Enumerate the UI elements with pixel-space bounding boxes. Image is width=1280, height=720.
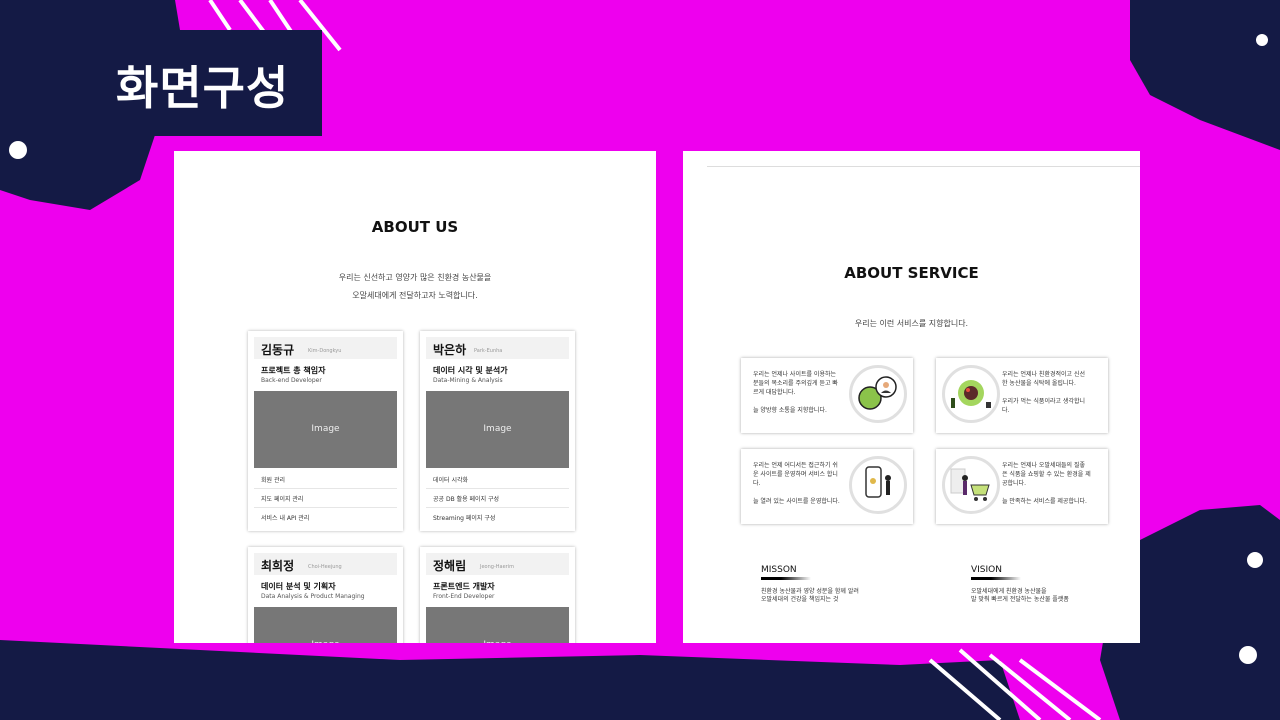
member-card-choi[interactable]: 최희정 Choi-Heejung 데이터 분석 및 기획자 Data Analy… xyxy=(248,547,403,643)
member-name-en: Kim-Dongkyu xyxy=(308,348,342,354)
service-card-accessibility: 우리는 언제 어디서든 접근하기 쉬 운 사이트를 운영하며 서비스 합니 다.… xyxy=(741,449,913,524)
about-us-description-line-2: 오말세대에게 전달하고자 노력합니다. xyxy=(352,291,478,300)
member-name: 김동규 xyxy=(261,343,295,357)
member-card-kim[interactable]: 김동규 Kim-Dongkyu 프로젝트 총 책임자 Back-end Deve… xyxy=(248,331,403,531)
member-name: 박은하 xyxy=(433,343,467,357)
about-service-panel: ABOUT SERVICE 우리는 이런 서비스를 지향합니다. 우리는 언제나… xyxy=(683,151,1140,643)
member-role-en: Back-end Developer xyxy=(261,377,322,384)
member-image-placeholder: Image xyxy=(254,607,397,643)
member-card-header: 최희정 Choi-Heejung xyxy=(254,553,397,575)
service-card-fresh-produce: 우리는 언제나 친환경적이고 신선 한 농산물을 식탁에 올립니다. 우리가 먹… xyxy=(936,358,1108,433)
service-card-text: 우리는 언제나 친환경적이고 신선 한 농산물을 식탁에 올립니다. 우리가 먹… xyxy=(1002,371,1086,414)
member-name: 정해림 xyxy=(433,559,467,573)
service-card-text: 우리는 언제나 사이트를 이용하는 분들의 목소리를 주의깊게 듣고 빠 르게 … xyxy=(753,371,838,414)
service-card-text: 우리는 언제 어디서든 접근하기 쉬 운 사이트를 운영하며 서비스 합니 다.… xyxy=(753,462,840,505)
member-role: 프론트엔드 개발자 xyxy=(433,582,495,591)
mission-underline xyxy=(761,577,811,580)
vision-text: 오말세대에게 친환경 농산물을 발 맞춰 빠르게 전달하는 농산물 플랫폼 xyxy=(971,588,1069,603)
member-card-header: 김동규 Kim-Dongkyu xyxy=(254,337,397,359)
slide-title: 화면구성 xyxy=(116,61,290,115)
member-image-placeholder: Image xyxy=(254,391,397,468)
chat-bubbles-icon xyxy=(849,365,907,423)
top-divider xyxy=(707,166,1140,167)
member-task-link[interactable]: 지도 페이지 관리 xyxy=(261,494,303,503)
member-role: 프로젝트 총 책임자 xyxy=(261,366,326,375)
about-service-description: 우리는 이런 서비스를 지향합니다. xyxy=(854,319,969,328)
shopping-cart-icon xyxy=(942,456,1000,514)
member-card-header: 정해림 Jeong-Haerim xyxy=(426,553,569,575)
member-task-link[interactable]: Streaming 페이지 구성 xyxy=(433,513,495,522)
member-task-link[interactable]: 서비스 내 API 관리 xyxy=(261,513,309,522)
about-us-description-line-1: 우리는 신선하고 영양가 많은 친환경 농산물을 xyxy=(338,273,492,282)
member-task-link[interactable]: 공공 DB 활용 페이지 구성 xyxy=(433,494,499,503)
about-service-title: ABOUT SERVICE xyxy=(844,264,979,282)
mobile-phone-icon xyxy=(849,456,907,514)
vision-title: VISION xyxy=(971,565,1002,575)
member-card-header: 박은하 Park-Eunha xyxy=(426,337,569,359)
divider xyxy=(426,488,569,489)
member-card-jeong[interactable]: 정해림 Jeong-Haerim 프론트엔드 개발자 Front-End Dev… xyxy=(420,547,575,643)
mission-text: 친환경 농산물과 영양 성분을 함께 알려 오말세대의 건강을 책임지는 것 xyxy=(761,588,859,603)
member-role-en: Front-End Developer xyxy=(433,593,495,600)
member-image-placeholder: Image xyxy=(426,607,569,643)
member-role: 데이터 시각 및 분석가 xyxy=(433,366,508,375)
member-name-en: Park-Eunha xyxy=(474,348,503,354)
member-task-link[interactable]: 회원 관리 xyxy=(261,475,285,484)
slide: { "slide": { "title": "화면구성" }, "about_u… xyxy=(0,0,1280,720)
salad-bowl-icon xyxy=(942,365,1000,423)
member-role-en: Data Analysis & Product Managing xyxy=(261,593,365,600)
member-role: 데이터 분석 및 기획자 xyxy=(261,582,336,591)
vision-underline xyxy=(971,577,1021,580)
member-name-en: Choi-Heejung xyxy=(308,564,342,570)
mission-title: MISSON xyxy=(761,565,797,575)
divider xyxy=(426,507,569,508)
service-card-text: 우리는 언제나 오말세대들의 질좋 은 식품을 쇼핑할 수 있는 환경을 제 공… xyxy=(1002,462,1091,505)
member-task-link[interactable]: 데이터 시각화 xyxy=(433,475,468,484)
member-image-placeholder: Image xyxy=(426,391,569,468)
about-us-panel: ABOUT US 우리는 신선하고 영양가 많은 친환경 농산물을 오말세대에게… xyxy=(174,151,656,643)
member-name: 최희정 xyxy=(261,559,295,573)
about-us-title: ABOUT US xyxy=(371,218,459,236)
service-card-shopping: 우리는 언제나 오말세대들의 질좋 은 식품을 쇼핑할 수 있는 환경을 제 공… xyxy=(936,449,1108,524)
member-name-en: Jeong-Haerim xyxy=(480,564,514,570)
member-card-park[interactable]: 박은하 Park-Eunha 데이터 시각 및 분석가 Data-Mining … xyxy=(420,331,575,531)
member-role-en: Data-Mining & Analysis xyxy=(433,377,503,384)
divider xyxy=(254,488,397,489)
service-card-communication: 우리는 언제나 사이트를 이용하는 분들의 목소리를 주의깊게 듣고 빠 르게 … xyxy=(741,358,913,433)
divider xyxy=(254,507,397,508)
